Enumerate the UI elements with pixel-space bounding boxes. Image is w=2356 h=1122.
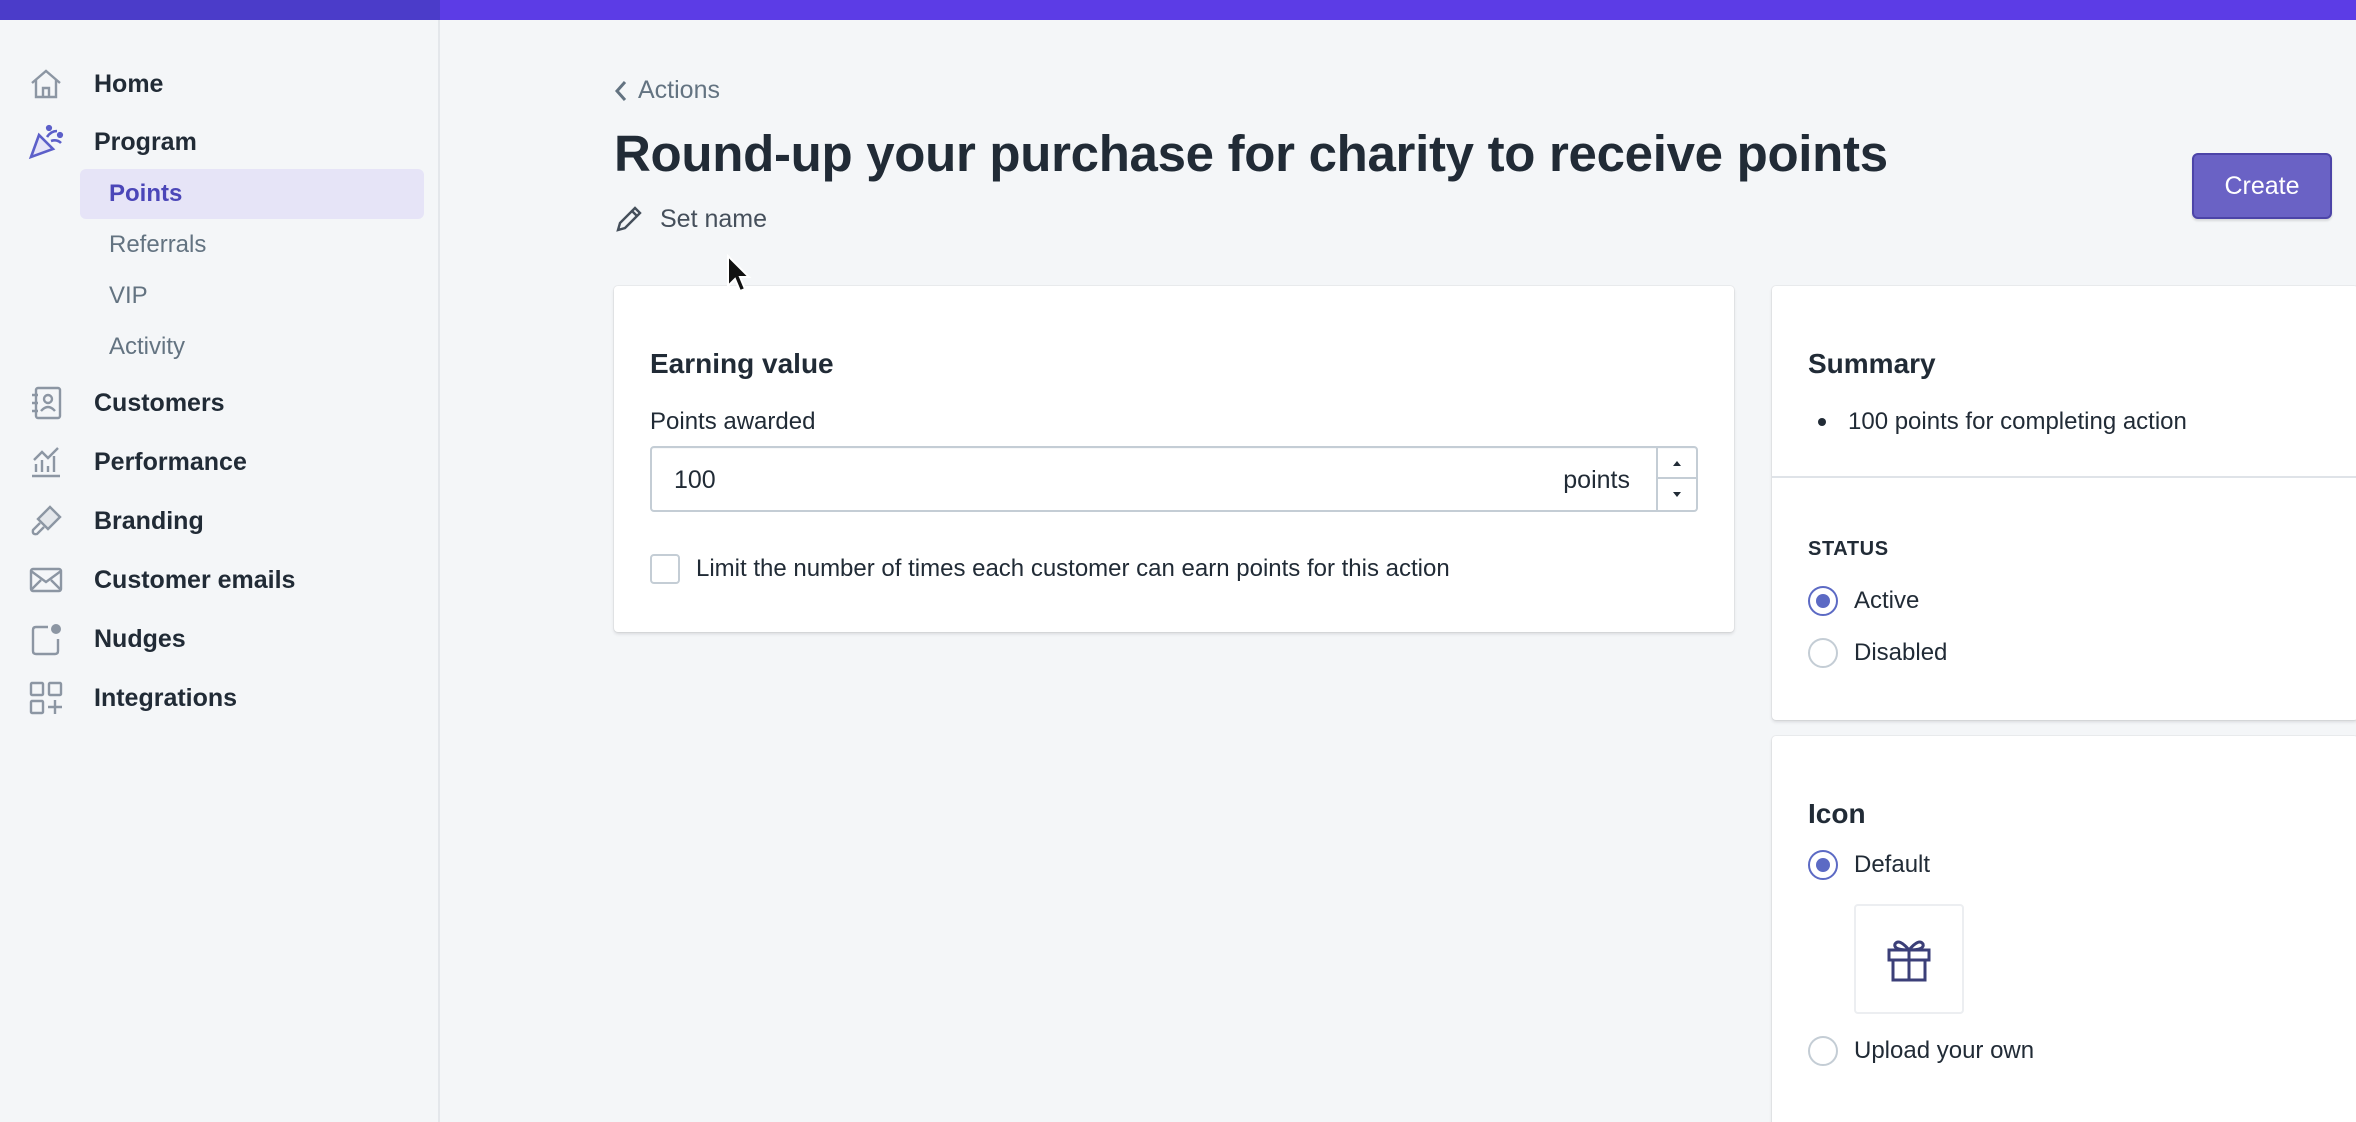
status-disabled-option[interactable]: Disabled (1808, 638, 1947, 668)
points-awarded-input[interactable]: 100 points (650, 446, 1698, 512)
breadcrumb-label: Actions (638, 76, 720, 104)
points-awarded-value: 100 (674, 466, 716, 494)
points-suffix: points (1563, 466, 1630, 494)
summary-title: Summary (1808, 348, 1936, 379)
apps-grid-icon (26, 678, 66, 718)
sidebar-subitem-points[interactable]: Points (80, 169, 424, 219)
main-content: Actions Round-up your purchase for chari… (442, 20, 2356, 1122)
sidebar-item-label: Program (94, 127, 197, 156)
limit-times-label: Limit the number of times each customer … (696, 555, 1450, 582)
gift-icon (1887, 940, 1931, 982)
summary-divider (1772, 476, 2356, 478)
summary-card: Summary 100 points for completing action… (1772, 286, 2356, 720)
pencil-icon (616, 206, 642, 232)
sidebar-item-home[interactable]: Home (0, 60, 440, 108)
earning-value-card: Earning value Points awarded 100 points … (614, 286, 1734, 632)
stepper-up-button[interactable] (1658, 448, 1696, 479)
set-name-label: Set name (660, 204, 768, 233)
mouse-cursor-icon (727, 254, 752, 293)
paint-brush-icon (26, 501, 66, 541)
chart-icon (26, 442, 66, 482)
sidebar: Home Program Points Referrals VIP Activi… (0, 20, 440, 1122)
icon-upload-label: Upload your own (1854, 1037, 2035, 1064)
sidebar-item-branding[interactable]: Branding (0, 497, 440, 545)
icon-upload-radio[interactable] (1808, 1036, 1838, 1066)
sidebar-item-label: Branding (94, 506, 204, 535)
status-active-radio[interactable] (1808, 586, 1838, 616)
create-button[interactable]: Create (2192, 153, 2332, 219)
top-brand-bar (0, 0, 2356, 20)
earning-value-title: Earning value (650, 348, 834, 379)
icon-card-title: Icon (1808, 798, 1866, 829)
status-active-label: Active (1854, 587, 1920, 614)
status-active-option[interactable]: Active (1808, 586, 1919, 616)
status-heading: STATUS (1808, 538, 1889, 560)
set-name-link[interactable]: Set name (614, 204, 767, 234)
sidebar-item-label: Customers (94, 388, 225, 417)
summary-bullet: 100 points for completing action (1818, 408, 2187, 436)
sidebar-item-label: Performance (94, 447, 247, 476)
icon-default-label: Default (1854, 851, 1931, 878)
sidebar-subitem-referrals[interactable]: Referrals (80, 220, 424, 270)
breadcrumb-back-actions[interactable]: Actions (614, 76, 720, 105)
caret-down-icon (1673, 491, 1681, 497)
sidebar-item-integrations[interactable]: Integrations (0, 674, 440, 722)
sidebar-item-label: Customer emails (94, 565, 296, 594)
sidebar-item-nudges[interactable]: Nudges (0, 615, 440, 663)
chevron-left-icon (614, 80, 627, 101)
top-bar-left-strip (0, 0, 440, 20)
status-disabled-label: Disabled (1854, 639, 1948, 666)
sidebar-item-label: Home (94, 69, 164, 98)
sidebar-subitem-activity[interactable]: Activity (80, 322, 424, 372)
points-stepper (1656, 448, 1696, 510)
caret-up-icon (1673, 460, 1681, 466)
sidebar-item-label: Nudges (94, 624, 186, 653)
home-icon (26, 64, 66, 104)
limit-times-checkbox[interactable] (650, 554, 680, 584)
stepper-down-button[interactable] (1658, 479, 1696, 510)
bullet-dot (1818, 418, 1826, 426)
summary-bullet-text: 100 points for completing action (1848, 408, 2187, 435)
icon-upload-option[interactable]: Upload your own (1808, 1036, 2034, 1066)
sidebar-item-program[interactable]: Program (0, 118, 440, 166)
party-popper-icon (26, 122, 66, 162)
sidebar-item-label: Integrations (94, 683, 238, 712)
points-awarded-label: Points awarded (650, 408, 816, 435)
status-disabled-radio[interactable] (1808, 638, 1838, 668)
sidebar-item-customers[interactable]: Customers (0, 379, 440, 427)
notification-icon (26, 619, 66, 659)
limit-times-option[interactable]: Limit the number of times each customer … (650, 554, 1450, 584)
sidebar-item-performance[interactable]: Performance (0, 438, 440, 486)
contacts-icon (26, 383, 66, 423)
icon-default-option[interactable]: Default (1808, 850, 1930, 880)
sidebar-subitem-vip[interactable]: VIP (80, 271, 424, 321)
icon-card: Icon Default Upload your own (1772, 736, 2356, 1122)
default-icon-preview (1854, 904, 1964, 1014)
envelope-icon (26, 560, 66, 600)
icon-default-radio[interactable] (1808, 850, 1838, 880)
page-title: Round-up your purchase for charity to re… (614, 125, 1888, 182)
sidebar-item-customer-emails[interactable]: Customer emails (0, 556, 440, 604)
